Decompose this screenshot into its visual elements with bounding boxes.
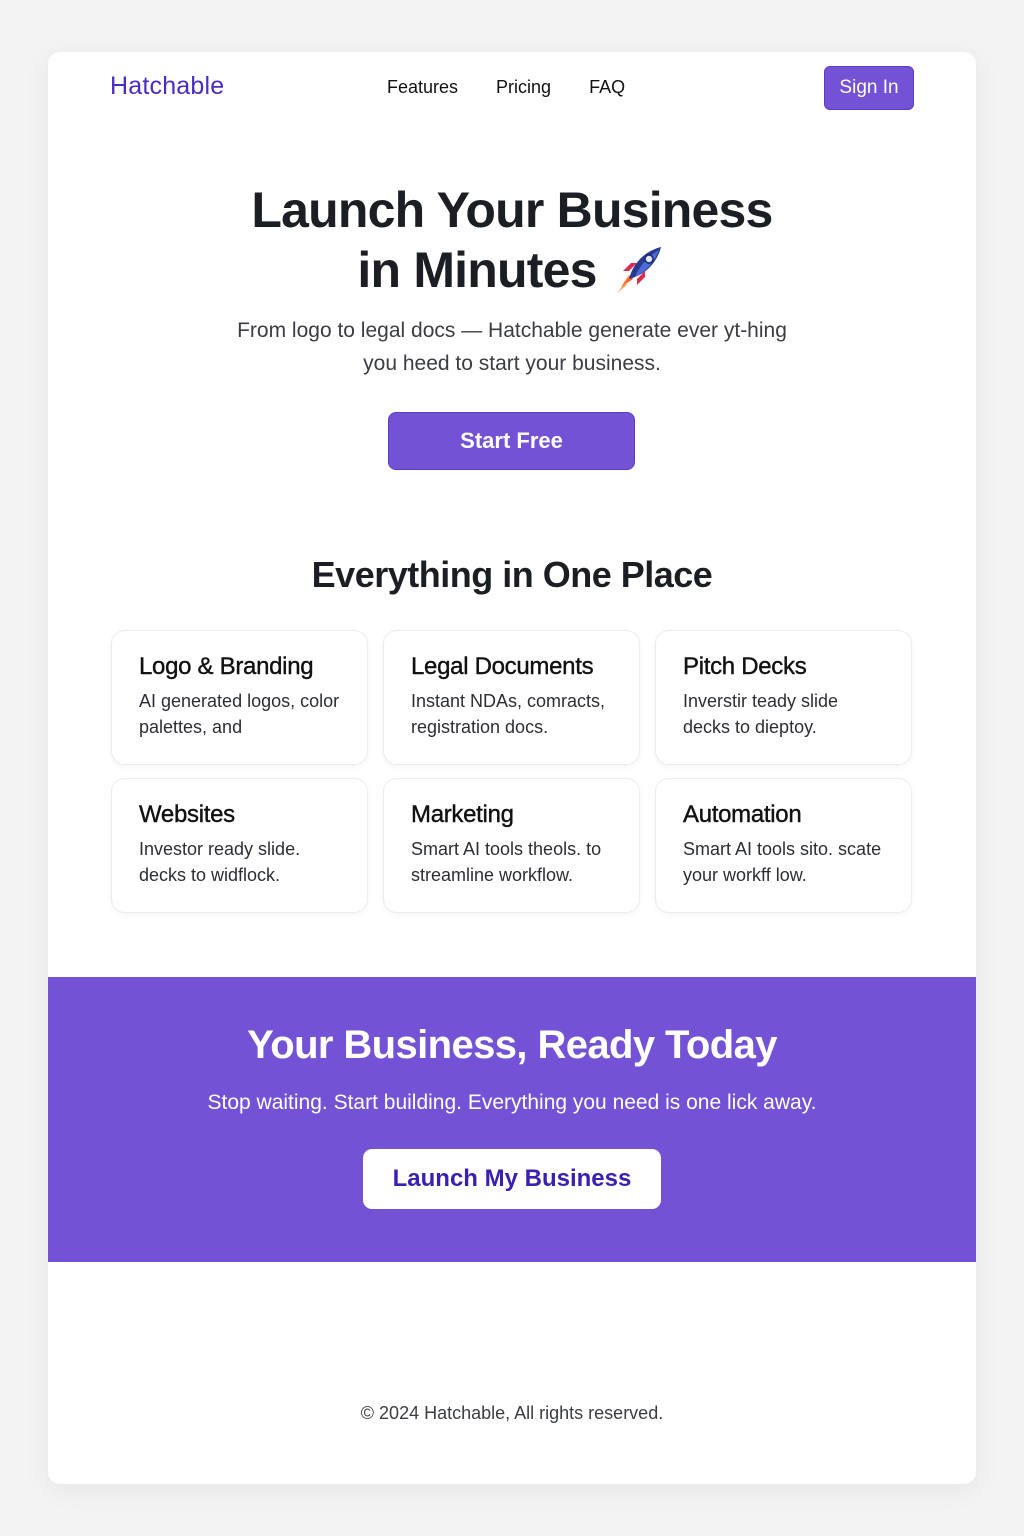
feature-card-title: Marketing (411, 801, 514, 828)
sign-in-button[interactable]: Sign In (824, 66, 914, 110)
feature-card-legal-documents[interactable]: Legal Documents Instant NDAs, comracts, … (383, 630, 640, 765)
nav-link-features[interactable]: Features (387, 77, 458, 98)
feature-card-automation[interactable]: Automation Smart AI tools sito. scate yo… (655, 778, 912, 913)
start-free-button[interactable]: Start Free (388, 412, 635, 470)
features-title: Everything in One Place (311, 554, 713, 595)
nav-link-pricing[interactable]: Pricing (496, 77, 551, 98)
feature-card-logo-branding[interactable]: Logo & Branding AI generated logos, colo… (111, 630, 368, 765)
feature-card-title: Websites (139, 801, 236, 828)
feature-card-desc: AI generated logos, color palettes, and (139, 691, 340, 737)
landing-page: Hatchable Features Pricing FAQ Sign In L… (48, 52, 976, 1484)
feature-card-title: Logo & Branding (139, 653, 314, 680)
hero-subtitle: From logo to legal docs — Hatchable gene… (237, 319, 787, 375)
feature-card-marketing[interactable]: Marketing Smart AI tools theols. to stre… (383, 778, 640, 913)
cta-band: Your Business, Ready Today Stop waiting.… (48, 977, 976, 1262)
feature-card-title: Automation (683, 801, 802, 828)
feature-card-desc: Instant NDAs, comracts, registration doc… (411, 691, 606, 737)
launch-my-business-button[interactable]: Launch My Business (363, 1149, 661, 1209)
top-nav: Hatchable Features Pricing FAQ Sign In (48, 52, 976, 126)
nav-links: Features Pricing FAQ (387, 77, 625, 98)
nav-link-faq[interactable]: FAQ (589, 77, 625, 98)
feature-card-title: Pitch Decks (683, 653, 807, 680)
feature-cards: Logo & Branding AI generated logos, colo… (111, 630, 912, 913)
feature-card-desc: Smart AI tools sito. scate your workff l… (683, 839, 882, 885)
feature-card-title: Legal Documents (411, 653, 594, 680)
rocket-icon (611, 241, 667, 297)
footer-copyright: © 2024 Hatchable, All rights reserved. (360, 1403, 664, 1423)
logo[interactable]: Hatchable (110, 72, 224, 101)
feature-card-desc: Inverstir teady slide decks to dieptoy. (683, 691, 839, 737)
feature-card-pitch-decks[interactable]: Pitch Decks Inverstir teady slide decks … (655, 630, 912, 765)
feature-card-desc: Investor ready slide. decks to widflock. (139, 839, 301, 885)
feature-card-desc: Smart AI tools theols. to streamline wor… (411, 839, 602, 885)
cta-subtitle: Stop waiting. Start building. Everything… (207, 1091, 817, 1114)
cta-title: Your Business, Ready Today (247, 1023, 777, 1067)
hero-title-line-1: Launch Your Business (251, 182, 773, 238)
hero-title-line-2: in Minutes (357, 242, 597, 298)
hero-title-line-2-wrap: in Minutes (48, 240, 976, 300)
hero-title: Launch Your Business in Minutes (48, 180, 976, 300)
feature-card-websites[interactable]: Websites Investor ready slide. decks to … (111, 778, 368, 913)
